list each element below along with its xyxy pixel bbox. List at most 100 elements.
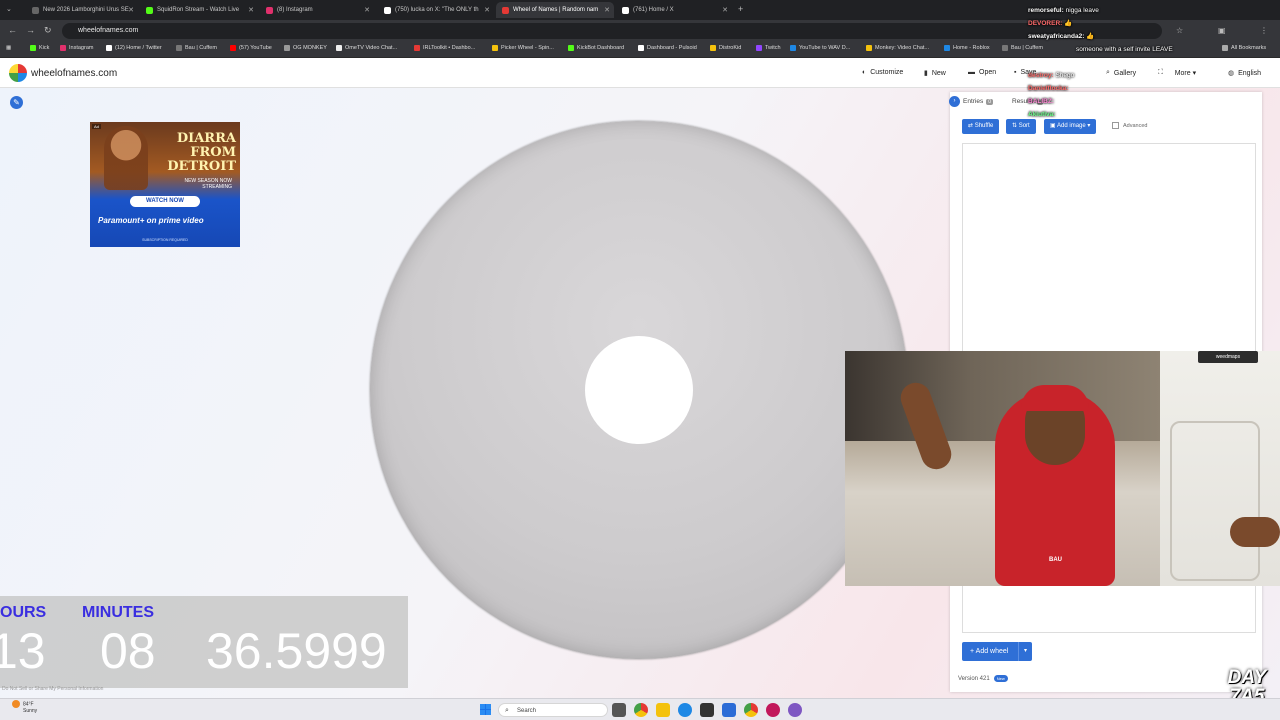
- bookmark-item[interactable]: Monkey: Video Chat...: [866, 45, 929, 51]
- bookmark-item[interactable]: DistroKid: [710, 45, 741, 51]
- close-icon[interactable]: ✕: [604, 6, 610, 14]
- edge-icon[interactable]: [678, 703, 692, 717]
- browser-tab[interactable]: (8) Instagram ✕: [260, 2, 374, 18]
- bookmark-item[interactable]: Picker Wheel - Spin...: [492, 45, 554, 51]
- bookmark-favicon: [30, 45, 36, 51]
- bookmark-favicon: [230, 45, 236, 51]
- bookmark-item[interactable]: (57) YouTube: [230, 45, 272, 51]
- browser-tab[interactable]: SquidRon Stream - Watch Live ✕: [140, 2, 258, 18]
- tab-favicon: [622, 6, 629, 14]
- tab-search-chevron-icon[interactable]: ⌄: [6, 5, 12, 13]
- advanced-checkbox[interactable]: Advanced: [1112, 122, 1147, 129]
- browser-tab[interactable]: (761) Home / X ✕: [616, 2, 732, 18]
- palette-icon: ◐: [862, 69, 867, 76]
- bookmark-label: Bau | Cuffem: [185, 45, 217, 51]
- app-icon[interactable]: [722, 703, 736, 717]
- wheel-center-hub[interactable]: [585, 336, 693, 444]
- file-explorer-icon[interactable]: [656, 703, 670, 717]
- bookmark-label: Home - Roblox: [953, 45, 990, 51]
- timer-seconds: 36.5999: [206, 623, 387, 679]
- close-icon[interactable]: ✕: [484, 6, 490, 14]
- tab-title: SquidRon Stream - Watch Live: [157, 7, 240, 13]
- chevron-down-icon[interactable]: ▾: [1018, 642, 1032, 661]
- bookmark-item[interactable]: Home - Roblox: [944, 45, 990, 51]
- app-icon[interactable]: [700, 703, 714, 717]
- add-image-button[interactable]: ▣ Add image ▾: [1044, 119, 1097, 134]
- tab-entries[interactable]: Entries 0: [963, 98, 994, 105]
- reload-icon[interactable]: ↻: [44, 25, 52, 36]
- new-tab-plus-icon[interactable]: +: [738, 4, 743, 14]
- bookmark-item[interactable]: Twitch: [756, 45, 781, 51]
- taskbar-search[interactable]: ⌕ Search: [498, 703, 608, 717]
- url-bar[interactable]: wheelofnames.com: [62, 23, 1162, 39]
- shuffle-button[interactable]: ⇄ Shuffle: [962, 119, 1000, 134]
- sun-icon: [12, 700, 20, 708]
- collapse-chevron-icon[interactable]: ›: [949, 96, 960, 107]
- bookmark-favicon: [284, 45, 290, 51]
- forward-arrow-icon[interactable]: →: [26, 25, 35, 35]
- chrome-icon[interactable]: [634, 703, 648, 717]
- wheel-logo-icon[interactable]: [9, 64, 27, 82]
- bookmark-favicon: [944, 45, 950, 51]
- ad-watch-now-button[interactable]: WATCH NOW: [130, 196, 200, 207]
- bookmark-item[interactable]: Dashboard - Pulsoid: [638, 45, 697, 51]
- entries-count: 0: [986, 99, 994, 105]
- chat-user: destroy:: [1028, 72, 1054, 79]
- ad-banner[interactable]: Ad DIARRA FROM DETROIT NEW SEASON NOW ST…: [90, 122, 240, 247]
- customize-button[interactable]: ◐ Customize: [862, 69, 903, 76]
- chat-text: 👍: [1086, 33, 1095, 40]
- bookmark-label: Dashboard - Pulsoid: [647, 45, 697, 51]
- add-wheel-button[interactable]: + Add wheel ▾: [962, 642, 1032, 661]
- privacy-link[interactable]: Do Not Sell or Share My Personal Informa…: [2, 686, 103, 692]
- chat-message: [1028, 56, 1278, 69]
- chat-user: sweatyafricanda2:: [1028, 33, 1085, 40]
- chrome-icon[interactable]: [744, 703, 758, 717]
- browser-tab[interactable]: New 2026 Lamborghini Urus SE ✕: [26, 2, 138, 18]
- site-name[interactable]: wheelofnames.com: [31, 68, 117, 79]
- chat-text: Shego: [1055, 72, 1075, 79]
- bookmark-item[interactable]: OmeTV Video Chat...: [336, 45, 397, 51]
- bookmark-item[interactable]: (12) Home / Twitter: [106, 45, 162, 51]
- browser-tab[interactable]: (750) lucka on X: "The ONLY th ✕: [378, 2, 494, 18]
- bookmark-item[interactable]: IRLToolkit • Dashbo...: [414, 45, 475, 51]
- button-label: Add image: [1057, 123, 1086, 129]
- browser-tab-active[interactable]: Wheel of Names | Random nam ✕: [496, 2, 614, 18]
- bookmark-item[interactable]: YouTube to WAV D...: [790, 45, 850, 51]
- close-icon[interactable]: ✕: [128, 6, 134, 14]
- weather-widget[interactable]: 84°F Sunny: [12, 700, 37, 715]
- menu-label: Open: [979, 69, 997, 76]
- close-icon[interactable]: ✕: [248, 6, 254, 14]
- bookmark-item[interactable]: OG MONKEY: [284, 45, 327, 51]
- close-icon[interactable]: ✕: [722, 6, 728, 14]
- back-arrow-icon[interactable]: ←: [8, 25, 17, 35]
- stream-chat-overlay: remorseful: nigga leave DEVORER: 👍 sweat…: [1028, 4, 1278, 121]
- tab-favicon: [32, 6, 39, 14]
- app-icon[interactable]: [766, 703, 780, 717]
- apps-grid-icon[interactable]: ▦: [6, 45, 11, 51]
- windows-start-icon[interactable]: [480, 704, 491, 715]
- bookmark-item[interactable]: Bau | Cuffem: [176, 45, 217, 51]
- bookmark-favicon: [568, 45, 574, 51]
- task-view-icon[interactable]: [612, 703, 626, 717]
- bookmark-label: Kick: [39, 45, 50, 51]
- chat-message: someone with a self invite LEAVE: [1028, 43, 1278, 56]
- bookmark-label: (57) YouTube: [239, 45, 272, 51]
- windows-taskbar: 84°F Sunny ⌕ Search: [0, 698, 1280, 720]
- bookmark-item[interactable]: Kick: [30, 45, 49, 51]
- bookmark-item[interactable]: KickBot Dashboard: [568, 45, 624, 51]
- button-label: Add wheel: [975, 648, 1009, 655]
- bookmark-favicon: [866, 45, 872, 51]
- new-button[interactable]: ▮ New: [924, 69, 946, 78]
- sort-button[interactable]: ⇅ Sort: [1006, 119, 1036, 134]
- close-icon[interactable]: ✕: [364, 6, 370, 14]
- stream-timer: OURS MINUTES 13 08 36.5999: [0, 596, 408, 688]
- bookmark-favicon: [60, 45, 66, 51]
- new-badge: New: [993, 675, 1008, 682]
- edit-pencil-icon[interactable]: ✎: [10, 96, 23, 109]
- discord-icon[interactable]: [788, 703, 802, 717]
- bookmark-item[interactable]: Instagram: [60, 45, 93, 51]
- tab-title: (761) Home / X: [633, 7, 674, 13]
- timer-minutes: 08: [100, 623, 156, 679]
- open-button[interactable]: ▬ Open: [968, 69, 996, 76]
- version-info: Version 421 New: [958, 675, 1008, 682]
